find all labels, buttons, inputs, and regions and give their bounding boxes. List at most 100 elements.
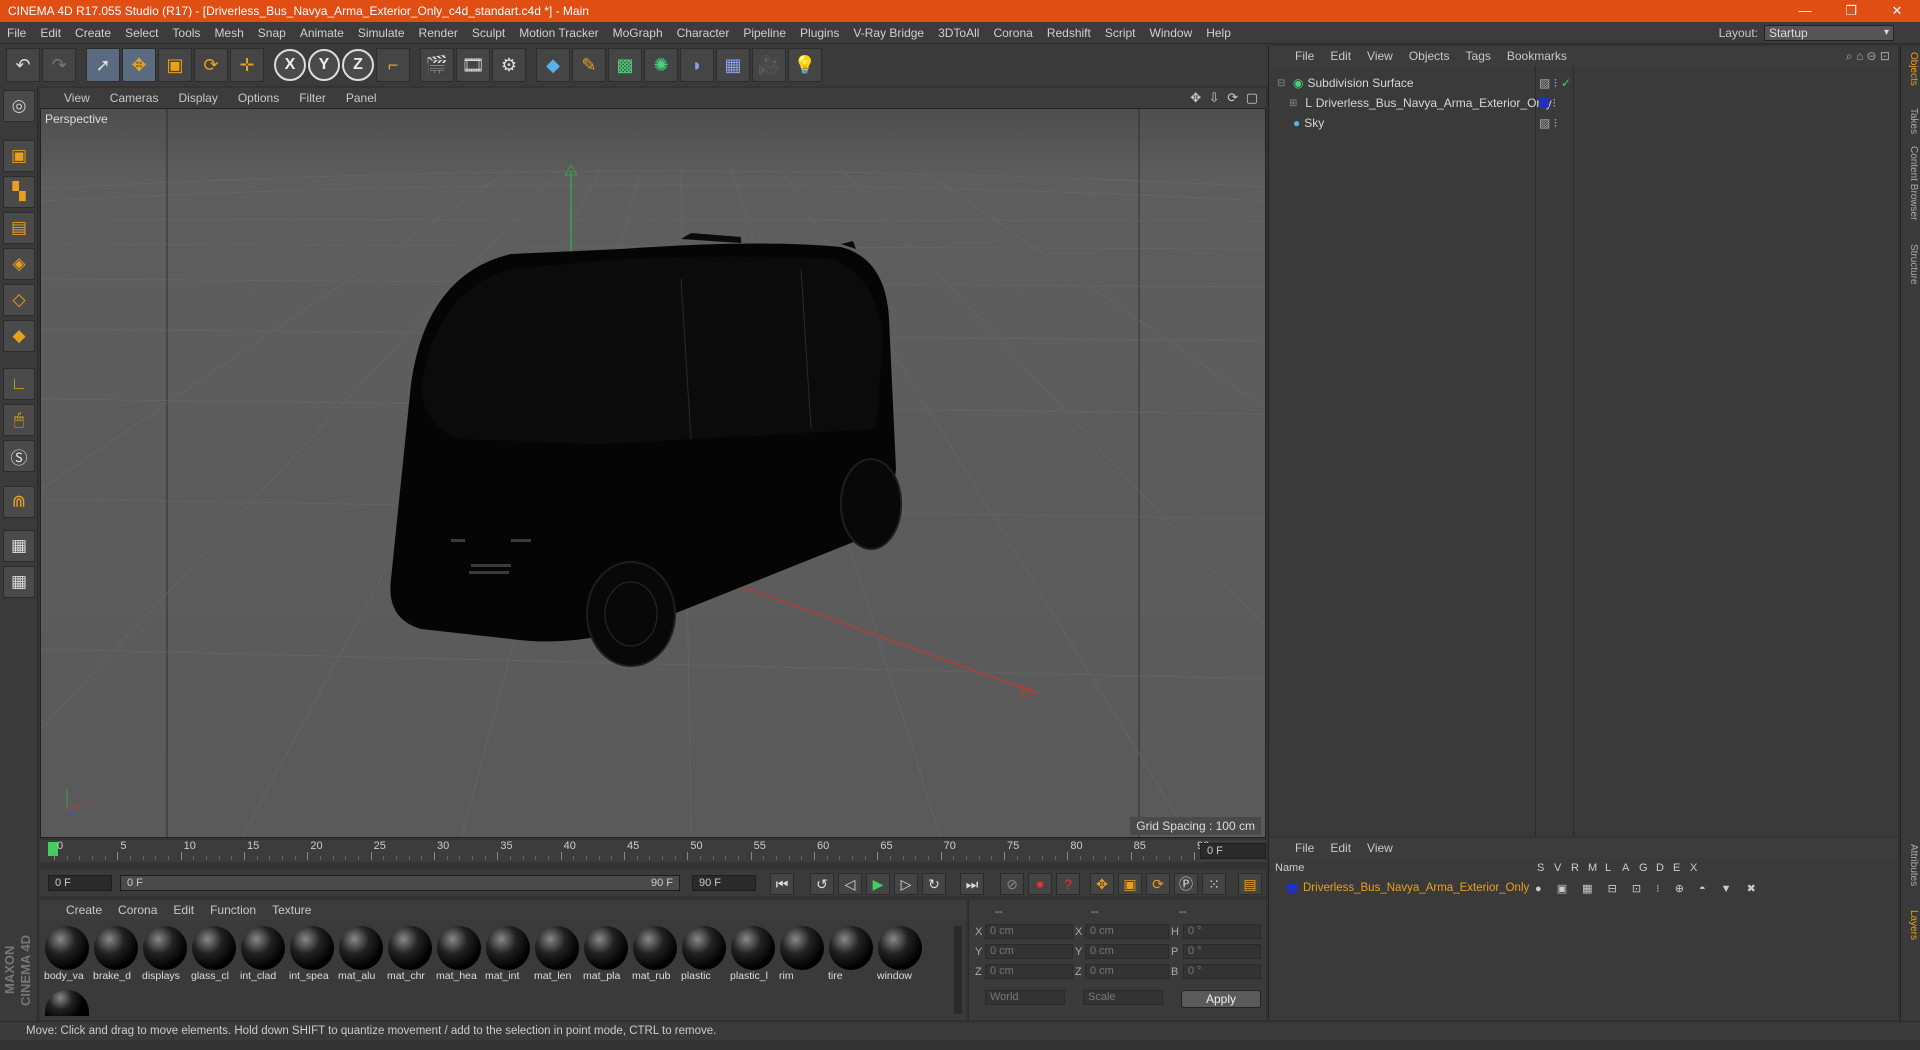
viewport-menu-options[interactable]: Options [238,91,279,105]
key-pla-icon[interactable]: ⁙ [1202,873,1226,895]
menu-file[interactable]: File [0,26,33,40]
menu-edit[interactable]: Edit [33,26,68,40]
expand-icon[interactable]: ⊟ [1277,78,1289,89]
undo-icon[interactable]: ↶ [6,48,40,82]
previous-key-icon[interactable]: ↺ [810,873,834,895]
points-mode-icon[interactable]: ◈ [3,248,35,280]
current-frame-field[interactable]: 0 F [1200,843,1266,859]
menu-pipeline[interactable]: Pipeline [736,26,793,40]
next-frame-icon[interactable]: ▷ [894,873,918,895]
play-icon[interactable]: ▶ [866,873,890,895]
y-axis-toggle[interactable]: Y [308,49,340,81]
material-swatch[interactable]: body_va [44,926,90,986]
material-swatch[interactable]: int_spea [289,926,335,986]
scale-dropdown[interactable]: Scale [1083,990,1163,1005]
objects-menu-view[interactable]: View [1367,49,1393,63]
render-settings-icon[interactable]: ⚙ [492,48,526,82]
menu-snap[interactable]: Snap [251,26,293,40]
key-scale-icon[interactable]: ▣ [1118,873,1142,895]
menu-window[interactable]: Window [1143,26,1200,40]
menu-mesh[interactable]: Mesh [207,26,250,40]
material-swatch[interactable]: mat_rub [632,926,678,986]
menu-sculpt[interactable]: Sculpt [465,26,512,40]
rotation-p-field[interactable]: 0 ° [1183,944,1261,959]
menu-tools[interactable]: Tools [165,26,207,40]
render-view-icon[interactable]: 🎬 [420,48,454,82]
tab-structure[interactable]: Structure [1903,244,1919,285]
workplane-grid-icon[interactable]: ▦ [3,566,35,598]
objects-menu-edit[interactable]: Edit [1330,49,1351,63]
3d-viewport[interactable]: Perspective Grid Spacing : 100 cm [40,108,1266,838]
frame-range-slider[interactable]: 0 F 90 F [120,875,680,891]
size-z-field[interactable]: 0 cm [1085,964,1169,979]
record-keys-icon[interactable]: ⊘ [1000,873,1024,895]
previous-frame-icon[interactable]: ◁ [838,873,862,895]
solo-mode-icon[interactable]: Ⓢ [3,440,35,472]
light-icon[interactable]: 💡 [788,48,822,82]
object-row-bus[interactable]: ⊞ Ⅼ Driverless_Bus_Navya_Arma_Exterior_O… [1269,94,1899,112]
axis-mode-icon[interactable]: ∟ [3,368,35,400]
menu-motion-tracker[interactable]: Motion Tracker [512,26,605,40]
layers-menu-edit[interactable]: Edit [1330,841,1351,855]
tab-content-browser[interactable]: Content Browser [1903,146,1919,220]
size-y-field[interactable]: 0 cm [1085,944,1169,959]
position-y-field[interactable]: 0 cm [985,944,1073,959]
live-selection-icon[interactable]: ➚ [86,48,120,82]
workplane-lock-icon[interactable]: ▦ [3,530,35,562]
tab-attributes[interactable]: Attributes [1903,844,1919,886]
keyframe-selection-icon[interactable]: ? [1056,873,1080,895]
material-swatch[interactable]: mat_len [534,926,580,986]
key-position-icon[interactable]: ✥ [1090,873,1114,895]
menu-render[interactable]: Render [412,26,465,40]
material-swatch[interactable]: int_clad [240,926,286,986]
tab-objects[interactable]: Objects [1903,52,1919,86]
material-swatch[interactable]: mat_hea [436,926,482,986]
material-swatch[interactable]: brake_d [93,926,139,986]
texture-mode-icon[interactable]: ▚ [3,176,35,208]
transform-tool-icon[interactable]: ✛ [230,48,264,82]
layer-row[interactable]: Driverless_Bus_Navya_Arma_Exterior_Only … [1269,880,1899,896]
viewport-menu-cameras[interactable]: Cameras [110,91,159,105]
layer-flags-icons[interactable]: ● ▣ ▦ ⊟ ⊡ ⁝ ⊕ ◓ ▼ ✖ [1535,882,1762,895]
menu-redshift[interactable]: Redshift [1040,26,1098,40]
objects-menu-file[interactable]: File [1295,49,1314,63]
cube-object-icon[interactable]: ◆ [536,48,570,82]
material-swatch[interactable]: mat_alu [338,926,384,986]
layer-name[interactable]: Driverless_Bus_Navya_Arma_Exterior_Only [1303,882,1529,894]
redo-icon[interactable]: ↷ [42,48,76,82]
end-frame-field[interactable]: 90 F [692,875,756,891]
viewport-menu-view[interactable]: View [64,91,90,105]
material-menu-corona[interactable]: Corona [118,903,157,917]
tab-layers[interactable]: Layers [1903,910,1919,940]
menu-create[interactable]: Create [68,26,118,40]
material-swatch[interactable]: mat_pla [583,926,629,986]
material-menu-edit[interactable]: Edit [173,903,194,917]
viewport-menu-display[interactable]: Display [178,91,217,105]
cloner-icon[interactable]: ✺ [644,48,678,82]
move-tool-icon[interactable]: ✥ [122,48,156,82]
material-swatch[interactable]: window [877,926,923,986]
material-swatch[interactable]: plastic [681,926,727,986]
layer-color-swatch[interactable] [1287,883,1297,893]
viewport-navigation-icons[interactable]: ✥ ⇩ ⟳ ▢ [1190,90,1260,106]
viewport-menu-filter[interactable]: Filter [299,91,326,105]
material-menu-create[interactable]: Create [66,903,102,917]
menu-plugins[interactable]: Plugins [793,26,846,40]
material-swatch[interactable]: plastic_l [730,926,776,986]
material-swatch[interactable]: mat_chr [387,926,433,986]
material-swatch[interactable]: mat_int [485,926,531,986]
menu-animate[interactable]: Animate [293,26,351,40]
go-to-start-icon[interactable]: ⏮ [770,873,794,895]
menu-corona[interactable]: Corona [986,26,1039,40]
material-tag-icon[interactable]: ⁝ [1539,96,1556,110]
material-swatch[interactable]: rim [779,926,825,986]
position-z-field[interactable]: 0 cm [985,964,1073,979]
objects-menu-objects[interactable]: Objects [1409,49,1450,63]
tweak-mode-icon[interactable]: 🖱 [3,404,35,436]
autokey-icon[interactable]: ⏺ [1028,873,1052,895]
apply-button[interactable]: Apply [1181,990,1261,1008]
search-icon[interactable]: ⌕ ⌂ ⊝ ⊡ [1846,49,1890,64]
edges-mode-icon[interactable]: ◇ [3,284,35,316]
key-parameter-icon[interactable]: Ⓟ [1174,873,1198,895]
world-dropdown[interactable]: World [985,990,1065,1005]
